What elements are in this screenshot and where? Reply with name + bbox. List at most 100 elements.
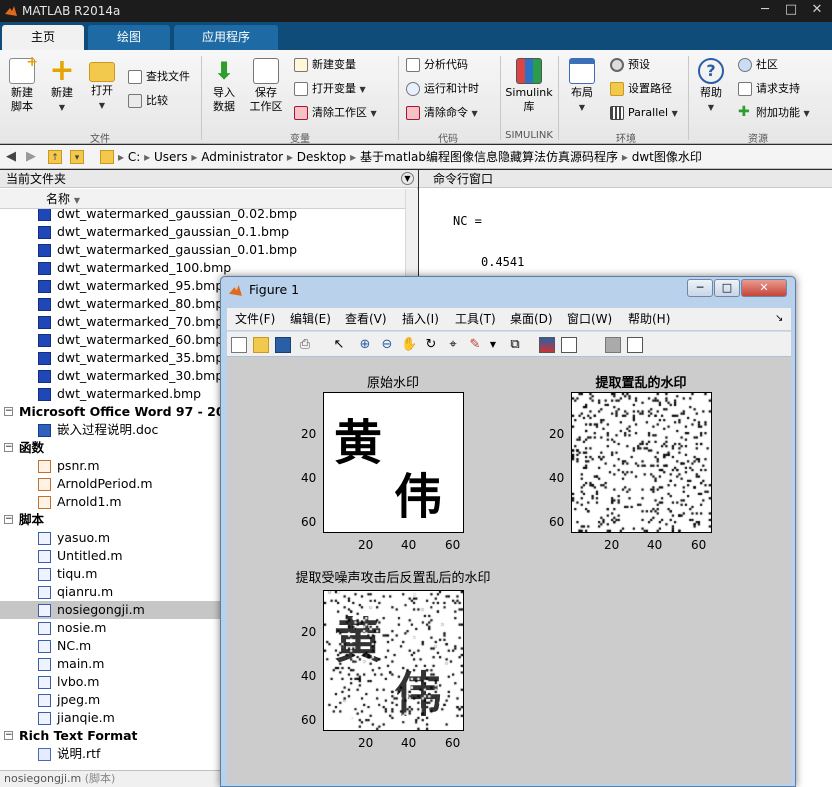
menu-help[interactable]: 帮助(H) [628,308,670,330]
print-icon[interactable]: ⎙ [297,337,313,353]
parallel-button[interactable]: Parallel ▼ [608,103,678,123]
menu-insert[interactable]: 插入(I) [402,308,439,330]
command-output-line: NC = [453,214,482,228]
breadcrumb-item[interactable]: Desktop [297,150,347,164]
clear-commands-button[interactable]: 清除命令 ▼ [404,103,478,123]
browse-folder-icon[interactable]: ▾ [70,150,84,164]
tab-home[interactable]: 主页 [2,25,84,50]
community-button[interactable]: 社区 [736,55,778,75]
open-variable-label: 打开变量 [312,82,356,95]
brush-icon[interactable]: ✎ [467,337,483,353]
breadcrumb-item[interactable]: C: [128,150,140,164]
new-button[interactable]: + 新建 ▼ [44,56,80,115]
breadcrumb-item[interactable]: 基于matlab编程图像信息隐藏算法仿真源码程序 [360,150,618,164]
breadcrumb-item[interactable]: Administrator [201,150,283,164]
collapse-toggle-icon[interactable]: − [4,407,13,416]
file-list-item[interactable]: dwt_watermarked_gaussian_0.01.bmp [0,241,405,259]
run-time-button[interactable]: 运行和计时 [404,79,479,99]
breadcrumb-sep: ▸ [144,150,151,164]
add-ons-button[interactable]: ✚ 附加功能 ▼ [736,103,810,123]
matlab-logo-icon [229,285,242,296]
minimize-icon[interactable]: ─ [752,0,778,20]
data-cursor-icon[interactable]: ⌖ [445,337,461,353]
menu-window[interactable]: 窗口(W) [567,308,612,330]
show-plot-tools-icon[interactable] [627,337,643,353]
tab-plots[interactable]: 绘图 [88,25,170,50]
breadcrumb-item[interactable]: Users [154,150,188,164]
pan-hand-icon[interactable]: ✋ [401,337,417,353]
status-kind: (脚本) [84,772,116,785]
open-file-icon[interactable] [253,337,269,353]
breadcrumb-item[interactable]: dwt图像水印 [632,150,702,164]
fn-file-icon [38,478,51,491]
ytick-label: 40 [549,471,565,485]
chevron-down-icon[interactable]: ▼ [485,337,501,353]
close-icon[interactable]: ✕ [804,0,830,20]
collapse-toggle-icon[interactable]: − [4,731,13,740]
hide-plot-tools-icon[interactable] [605,337,621,353]
name-column-header[interactable]: 名称 ▼ [0,189,405,209]
table-icon [294,58,308,72]
compare-button[interactable]: 比较 [126,91,168,111]
figure-maximize-icon[interactable]: □ [714,279,740,297]
find-files-button[interactable]: 查找文件 [126,67,190,87]
breadcrumb[interactable]: ▸ C: ▸ Users ▸ Administrator ▸ Desktop ▸… [118,145,702,169]
rotate-3d-icon[interactable]: ↻ [423,337,439,353]
analyze-code-label: 分析代码 [424,58,468,71]
find-files-label: 查找文件 [146,70,190,83]
menu-edit[interactable]: 编辑(E) [290,308,331,330]
clear-workspace-button[interactable]: 清除工作区 ▼ [292,103,377,123]
set-path-button[interactable]: 设置路径 [608,79,672,99]
doc-file-icon [38,424,51,437]
file-name: ArnoldPeriod.m [57,476,153,491]
panel-menu-icon[interactable]: ▼ [401,172,414,185]
maximize-icon[interactable]: □ [778,0,804,20]
tab-apps[interactable]: 应用程序 [174,25,278,50]
collapse-toggle-icon[interactable]: − [4,515,13,524]
legend-icon[interactable] [561,337,577,353]
dock-arrow-icon[interactable]: ↘ [775,308,783,330]
help-button[interactable]: ? 帮助 ▼ [694,58,728,115]
zoom-out-icon[interactable]: ⊖ [379,337,395,353]
figure-menu-bar: 文件(F) 编辑(E) 查看(V) 插入(I) 工具(T) 桌面(D) 窗口(W… [227,308,791,330]
figure-minimize-icon[interactable]: ─ [687,279,713,297]
forward-arrow-icon[interactable]: ▶ [24,150,38,164]
file-list-item[interactable]: dwt_watermarked_gaussian_0.02.bmp [0,209,405,223]
colorbar-icon[interactable] [539,337,555,353]
request-support-button[interactable]: 请求支持 [736,79,800,99]
ytick-label: 60 [301,713,317,727]
menu-tools[interactable]: 工具(T) [455,308,496,330]
axes3-title: 提取受噪声攻击后反置乱后的水印 [295,571,491,586]
simulink-library-button[interactable]: Simulink 库 [504,58,554,114]
preferences-button[interactable]: 预设 [608,55,650,75]
menu-desktop[interactable]: 桌面(D) [510,308,553,330]
new-variable-button[interactable]: 新建变量 [292,55,356,75]
layout-button[interactable]: 布局 ▼ [564,58,600,115]
file-name: main.m [57,656,105,671]
figure-close-icon[interactable]: ✕ [741,279,787,297]
open-button[interactable]: 打开 ▼ [84,58,120,113]
new-script-icon: + [9,55,38,84]
zoom-in-icon[interactable]: ⊕ [357,337,373,353]
open-variable-button[interactable]: 打开变量 ▼ [292,79,366,99]
file-list-item[interactable]: dwt_watermarked_100.bmp [0,259,405,277]
new-script-button[interactable]: + 新建 脚本 [4,55,40,114]
save-workspace-button[interactable]: 保存 工作区 [246,58,286,114]
up-folder-icon[interactable]: ↑ [48,150,62,164]
pointer-icon[interactable]: ↖ [331,337,347,353]
save-figure-icon[interactable] [275,337,291,353]
back-arrow-icon[interactable]: ◀ [4,150,18,164]
original-watermark-image: 黄 伟 [323,392,464,533]
set-path-label: 设置路径 [628,82,672,95]
analyze-code-button[interactable]: 分析代码 [404,55,468,75]
link-plot-icon[interactable]: ⧉ [507,337,523,353]
collapse-toggle-icon[interactable]: − [4,443,13,452]
gear-icon [610,58,624,72]
file-name: Arnold1.m [57,494,122,509]
menu-view[interactable]: 查看(V) [345,308,387,330]
file-list-item[interactable]: dwt_watermarked_gaussian_0.1.bmp [0,223,405,241]
new-figure-icon[interactable] [231,337,247,353]
clear-commands-label: 清除命令 [424,106,468,119]
menu-file[interactable]: 文件(F) [235,308,275,330]
import-data-button[interactable]: ⬇ 导入 数据 [206,58,242,114]
